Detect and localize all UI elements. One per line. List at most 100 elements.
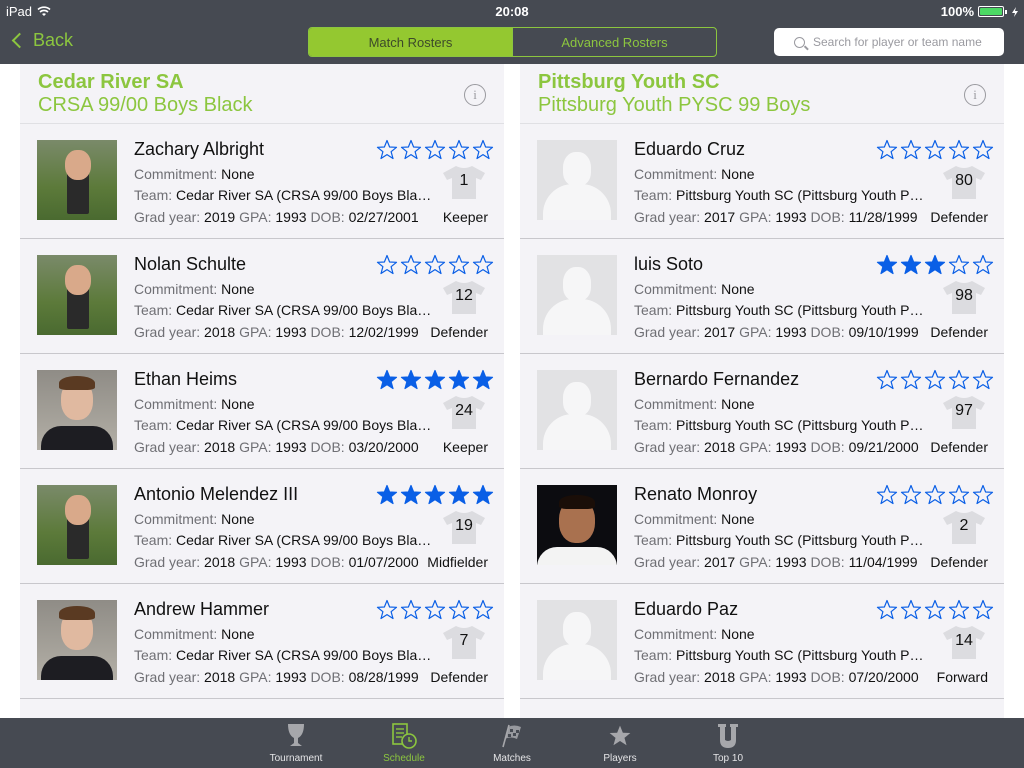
star-outline-icon[interactable] bbox=[972, 254, 994, 276]
star-outline-icon[interactable] bbox=[924, 484, 946, 506]
tab-players[interactable]: Players bbox=[566, 718, 674, 768]
star-filled-icon[interactable] bbox=[472, 369, 494, 391]
star-outline-icon[interactable] bbox=[424, 254, 446, 276]
star-outline-icon[interactable] bbox=[424, 139, 446, 161]
tab-tournament[interactable]: Tournament bbox=[242, 718, 350, 768]
player-row[interactable]: Eduardo Paz Commitment: None Team: Pitts… bbox=[520, 584, 1004, 699]
player-row[interactable]: Andrew Hammer Commitment: None Team: Ced… bbox=[20, 584, 504, 699]
player-row-partial[interactable] bbox=[20, 699, 504, 718]
star-outline-icon[interactable] bbox=[376, 599, 398, 621]
star-outline-icon[interactable] bbox=[972, 484, 994, 506]
player-row[interactable]: Zachary Albright Commitment: None Team: … bbox=[20, 124, 504, 239]
star-outline-icon[interactable] bbox=[948, 599, 970, 621]
star-filled-icon[interactable] bbox=[376, 484, 398, 506]
gpa-label: GPA: bbox=[739, 439, 772, 455]
dob-label: DOB: bbox=[310, 554, 345, 570]
jersey-icon: 19 bbox=[442, 509, 486, 545]
charging-icon bbox=[1012, 6, 1018, 17]
star-filled-icon[interactable] bbox=[924, 254, 946, 276]
star-outline-icon[interactable] bbox=[948, 369, 970, 391]
star-outline-icon[interactable] bbox=[948, 139, 970, 161]
star-outline-icon[interactable] bbox=[900, 484, 922, 506]
star-outline-icon[interactable] bbox=[900, 599, 922, 621]
star-filled-icon[interactable] bbox=[400, 484, 422, 506]
star-outline-icon[interactable] bbox=[472, 254, 494, 276]
player-row[interactable]: Nolan Schulte Commitment: None Team: Ced… bbox=[20, 239, 504, 354]
rating-stars[interactable] bbox=[876, 484, 994, 506]
star-outline-icon[interactable] bbox=[876, 484, 898, 506]
star-filled-icon[interactable] bbox=[900, 254, 922, 276]
search-box[interactable] bbox=[774, 28, 1004, 56]
tab-advanced-rosters[interactable]: Advanced Rosters bbox=[512, 28, 716, 56]
search-input[interactable] bbox=[813, 35, 993, 49]
star-outline-icon[interactable] bbox=[376, 254, 398, 276]
rating-stars[interactable] bbox=[876, 254, 994, 276]
tab-top-10[interactable]: Top 10 bbox=[674, 718, 782, 768]
star-outline-icon[interactable] bbox=[900, 139, 922, 161]
player-row[interactable]: Antonio Melendez III Commitment: None Te… bbox=[20, 469, 504, 584]
star-outline-icon[interactable] bbox=[448, 254, 470, 276]
star-outline-icon[interactable] bbox=[876, 139, 898, 161]
rating-stars[interactable] bbox=[376, 369, 494, 391]
star-outline-icon[interactable] bbox=[400, 139, 422, 161]
star-outline-icon[interactable] bbox=[948, 254, 970, 276]
star-outline-icon[interactable] bbox=[900, 369, 922, 391]
star-filled-icon[interactable] bbox=[376, 369, 398, 391]
star-outline-icon[interactable] bbox=[876, 599, 898, 621]
star-outline-icon[interactable] bbox=[924, 599, 946, 621]
star-outline-icon[interactable] bbox=[472, 599, 494, 621]
star-outline-icon[interactable] bbox=[400, 599, 422, 621]
commitment-value: None bbox=[721, 166, 755, 182]
gpa-label: GPA: bbox=[739, 324, 772, 340]
rating-stars[interactable] bbox=[376, 599, 494, 621]
player-row[interactable]: Renato Monroy Commitment: None Team: Pit… bbox=[520, 469, 1004, 584]
star-outline-icon[interactable] bbox=[972, 369, 994, 391]
star-filled-icon[interactable] bbox=[472, 484, 494, 506]
star-outline-icon[interactable] bbox=[448, 139, 470, 161]
team-label: Team: bbox=[634, 417, 673, 433]
player-row-partial[interactable] bbox=[520, 699, 1004, 718]
rating-stars[interactable] bbox=[376, 254, 494, 276]
star-outline-icon[interactable] bbox=[948, 484, 970, 506]
star-outline-icon[interactable] bbox=[448, 599, 470, 621]
star-filled-icon[interactable] bbox=[400, 369, 422, 391]
star-filled-icon[interactable] bbox=[876, 254, 898, 276]
info-icon[interactable]: i bbox=[964, 84, 986, 106]
tab-schedule[interactable]: Schedule bbox=[350, 718, 458, 768]
star-outline-icon[interactable] bbox=[400, 254, 422, 276]
grad-year-label: Grad year: bbox=[634, 209, 701, 225]
player-name: Renato Monroy bbox=[634, 484, 758, 504]
team-label: Team: bbox=[134, 417, 173, 433]
commitment-label: Commitment: bbox=[134, 511, 218, 527]
player-name: Antonio Melendez III bbox=[134, 484, 299, 504]
star-filled-icon[interactable] bbox=[424, 369, 446, 391]
player-row[interactable]: Ethan Heims Commitment: None Team: Cedar… bbox=[20, 354, 504, 469]
star-outline-icon[interactable] bbox=[876, 369, 898, 391]
rating-stars[interactable] bbox=[876, 139, 994, 161]
tab-matches[interactable]: Matches bbox=[458, 718, 566, 768]
player-row[interactable]: Bernardo Fernandez Commitment: None Team… bbox=[520, 354, 1004, 469]
star-filled-icon[interactable] bbox=[448, 369, 470, 391]
player-row[interactable]: luis Soto Commitment: None Team: Pittsbu… bbox=[520, 239, 1004, 354]
stats-line: Grad year: 2019 GPA: 1993 DOB: 02/27/200… bbox=[134, 209, 419, 225]
rating-stars[interactable] bbox=[876, 369, 994, 391]
star-outline-icon[interactable] bbox=[972, 139, 994, 161]
star-outline-icon[interactable] bbox=[972, 599, 994, 621]
player-position: Defender bbox=[930, 209, 988, 225]
star-outline-icon[interactable] bbox=[472, 139, 494, 161]
star-filled-icon[interactable] bbox=[424, 484, 446, 506]
star-filled-icon[interactable] bbox=[448, 484, 470, 506]
star-outline-icon[interactable] bbox=[924, 369, 946, 391]
rating-stars[interactable] bbox=[876, 599, 994, 621]
star-outline-icon[interactable] bbox=[924, 139, 946, 161]
back-button[interactable]: Back bbox=[10, 30, 73, 51]
grad-year-label: Grad year: bbox=[134, 209, 201, 225]
commitment-value: None bbox=[721, 281, 755, 297]
rating-stars[interactable] bbox=[376, 139, 494, 161]
player-row[interactable]: Eduardo Cruz Commitment: None Team: Pitt… bbox=[520, 124, 1004, 239]
star-outline-icon[interactable] bbox=[424, 599, 446, 621]
star-outline-icon[interactable] bbox=[376, 139, 398, 161]
tab-match-rosters[interactable]: Match Rosters bbox=[309, 28, 512, 56]
info-icon[interactable]: i bbox=[464, 84, 486, 106]
rating-stars[interactable] bbox=[376, 484, 494, 506]
